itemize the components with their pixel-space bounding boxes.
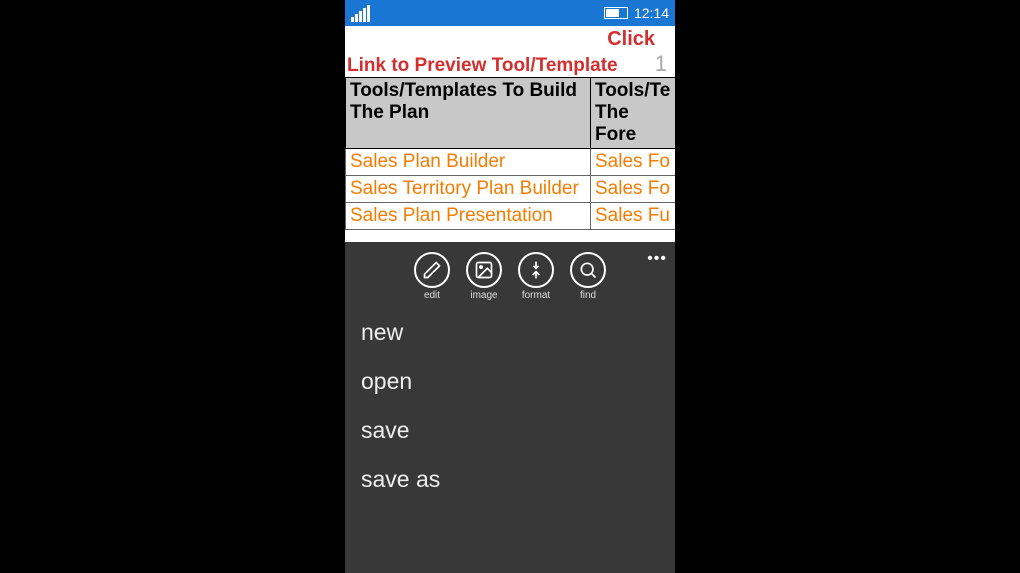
more-button[interactable]: ••• xyxy=(647,250,667,268)
menu-save[interactable]: save xyxy=(361,417,659,444)
image-button[interactable]: image xyxy=(466,252,502,301)
cell[interactable]: Sales Plan Builder xyxy=(346,149,591,176)
cell[interactable]: Sales Fu xyxy=(591,203,676,230)
appbar-buttons: edit image format find ••• xyxy=(345,242,675,307)
menu-new[interactable]: new xyxy=(361,319,659,346)
battery-icon xyxy=(604,7,628,19)
header-col2[interactable]: Tools/Te The Fore xyxy=(591,78,676,149)
cell[interactable]: Sales Fo xyxy=(591,149,676,176)
appbar-panel: edit image format find ••• xyxy=(345,242,675,573)
table-row: Sales Plan Presentation Sales Fu xyxy=(346,203,676,230)
edit-button[interactable]: edit xyxy=(414,252,450,301)
search-icon xyxy=(578,260,598,280)
cell[interactable]: Sales Fo xyxy=(591,176,676,203)
format-button[interactable]: format xyxy=(518,252,554,301)
preview-link[interactable]: Link to Preview Tool/Template xyxy=(347,55,649,77)
clock: 12:14 xyxy=(634,5,669,21)
signal-icon xyxy=(351,5,370,22)
click-label: Click xyxy=(345,26,675,51)
page-number: 1 xyxy=(649,51,673,77)
status-bar: 12:14 xyxy=(345,0,675,26)
find-button[interactable]: find xyxy=(570,252,606,301)
spreadsheet-table[interactable]: Tools/Templates To Build The Plan Tools/… xyxy=(345,77,675,230)
phone-frame: 12:14 Click Link to Preview Tool/Templat… xyxy=(345,0,675,573)
format-icon xyxy=(526,260,546,280)
cell[interactable]: Sales Plan Presentation xyxy=(346,203,591,230)
edit-icon xyxy=(422,260,442,280)
cell[interactable]: Sales Territory Plan Builder xyxy=(346,176,591,203)
image-icon xyxy=(474,260,494,280)
menu-open[interactable]: open xyxy=(361,368,659,395)
overflow-menu: new open save save as xyxy=(345,307,675,505)
header-col1[interactable]: Tools/Templates To Build The Plan xyxy=(346,78,591,149)
menu-save-as[interactable]: save as xyxy=(361,466,659,493)
table-row: Sales Territory Plan Builder Sales Fo xyxy=(346,176,676,203)
table-row: Sales Plan Builder Sales Fo xyxy=(346,149,676,176)
document-content[interactable]: Click Link to Preview Tool/Template 1 To… xyxy=(345,26,675,230)
